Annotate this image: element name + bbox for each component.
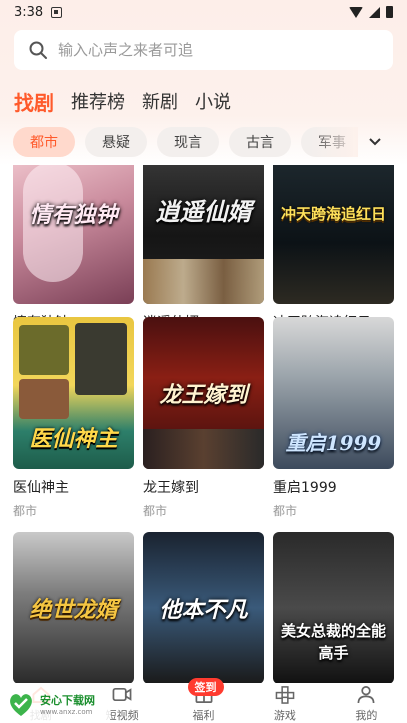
nav-label: 我的 <box>355 709 378 722</box>
nav-label: 游戏 <box>273 709 296 722</box>
poster-title: 龙王嫁到 <box>159 382 248 408</box>
poster-title: 医仙神主 <box>29 426 118 452</box>
tab-novel[interactable]: 小说 <box>195 88 231 114</box>
drama-poster[interactable]: 逍遥仙婿 <box>143 165 264 304</box>
search-input[interactable] <box>58 41 358 59</box>
drama-card[interactable]: 美女总裁的全能高手 <box>273 532 394 685</box>
drama-card[interactable]: 医仙神主 医仙神主 都市 <box>13 317 134 519</box>
drama-poster[interactable]: 龙王嫁到 <box>143 317 264 469</box>
nav-welfare[interactable]: 福利 签到 <box>163 678 244 723</box>
status-time: 3:38 <box>14 4 44 20</box>
video-icon <box>112 687 132 702</box>
drama-tag: 都市 <box>273 504 298 518</box>
poster-title: 逍遥仙婿 <box>155 197 252 226</box>
poster-title: 冲天跨海追红日 <box>280 205 386 223</box>
site-watermark: 安心下载网 www.anxz.com <box>0 684 110 723</box>
nav-label: 福利 <box>192 709 215 722</box>
checkin-badge[interactable]: 签到 <box>187 678 224 696</box>
nav-label: 短视频 <box>105 709 139 722</box>
poster-title: 美女总裁的全能高手 <box>281 622 387 662</box>
poster-title: 绝世龙婿 <box>29 597 118 623</box>
drama-title: 龙王嫁到 <box>143 480 199 496</box>
drama-title: 医仙神主 <box>13 480 69 496</box>
notification-icon <box>51 6 63 18</box>
category-chip-modern-romance[interactable]: 现言 <box>157 127 219 157</box>
chevron-down-icon[interactable] <box>362 130 388 154</box>
drama-card[interactable]: 绝世龙婿 <box>13 532 134 685</box>
user-icon <box>357 686 375 704</box>
category-chip-urban[interactable]: 都市 <box>13 127 75 157</box>
category-fade <box>310 127 358 157</box>
poster-title: 情有独钟 <box>29 202 118 228</box>
wifi-icon <box>349 6 363 18</box>
drama-poster[interactable]: 他本不凡 <box>143 532 264 684</box>
search-icon <box>29 41 47 59</box>
poster-title: 他本不凡 <box>159 597 248 623</box>
category-chips: 都市 悬疑 现言 古言 军事 <box>13 127 353 157</box>
drama-title: 重启1999 <box>273 480 337 496</box>
battery-icon <box>386 6 393 18</box>
watermark-name: 安心下载网 <box>40 693 95 707</box>
drama-grid: 情有独钟 情有独钟 现言 逍遥仙婿 逍遥仙婿 都市 冲天跨海追红日 冲天跨海追红… <box>0 165 407 685</box>
tab-find-drama[interactable]: 找剧 <box>14 87 54 116</box>
search-bar[interactable] <box>14 30 393 70</box>
drama-card[interactable]: 他本不凡 <box>143 532 264 685</box>
drama-poster[interactable]: 绝世龙婿 <box>13 532 134 684</box>
heart-logo-icon <box>10 693 32 716</box>
tab-ranking[interactable]: 推荐榜 <box>71 88 125 114</box>
drama-card[interactable]: 龙王嫁到 龙王嫁到 都市 <box>143 317 264 519</box>
main-tabs: 找剧 推荐榜 新剧 小说 <box>14 86 231 116</box>
drama-tag: 都市 <box>143 504 168 518</box>
tab-new-drama[interactable]: 新剧 <box>142 88 178 114</box>
category-chip-mystery[interactable]: 悬疑 <box>85 127 147 157</box>
signal-icon <box>369 6 380 18</box>
gamepad-icon <box>275 686 295 704</box>
drama-poster[interactable]: 重启1999 <box>273 317 394 469</box>
nav-games[interactable]: 游戏 <box>244 683 325 723</box>
category-chip-ancient-romance[interactable]: 古言 <box>229 127 291 157</box>
drama-card[interactable]: 重启1999 重启1999 都市 <box>273 317 394 519</box>
poster-title: 重启1999 <box>285 431 382 455</box>
drama-poster[interactable]: 医仙神主 <box>13 317 134 469</box>
watermark-url: www.anxz.com <box>40 707 93 716</box>
drama-poster[interactable]: 冲天跨海追红日 <box>273 165 394 304</box>
drama-poster[interactable]: 情有独钟 <box>13 165 134 304</box>
drama-tag: 都市 <box>13 504 38 518</box>
nav-mine[interactable]: 我的 <box>326 683 407 723</box>
status-bar: 3:38 <box>0 0 407 24</box>
drama-poster[interactable]: 美女总裁的全能高手 <box>273 532 394 684</box>
